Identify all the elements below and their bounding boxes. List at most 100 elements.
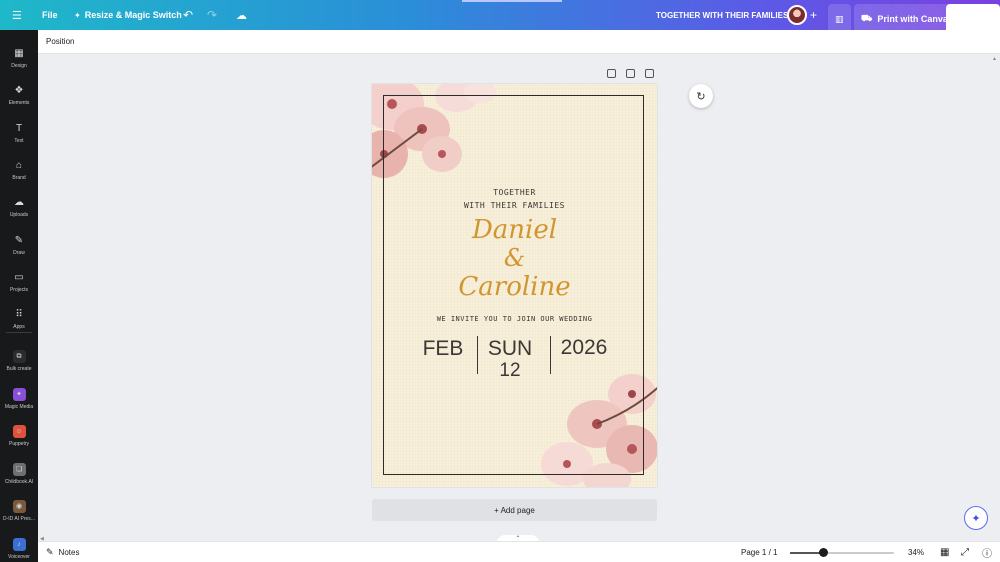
file-menu-button[interactable]: File [42, 0, 58, 30]
design-page[interactable]: TOGETHER WITH THEIR FAMILIES Daniel & Ca… [372, 84, 657, 487]
refresh-suggestions-button[interactable]: ↻ [689, 84, 713, 108]
resize-label: Resize & Magic Switch [84, 10, 182, 20]
text-icon: T [15, 122, 23, 134]
zoom-slider[interactable] [790, 548, 894, 557]
left-sidebar: ▦ Design ❖ Elements T Text ⌂ Brand ☁ Uploads ✎ Draw… [0, 30, 38, 562]
bride-name: Caroline [458, 272, 571, 302]
sidebar-item-label: Uploads [9, 211, 29, 218]
add-page-button[interactable]: + Add page [372, 499, 657, 521]
sidebar-item-label: Brand [12, 174, 26, 181]
bottom-bar: ✎ Notes Page 1 / 1 34% ▦ ⤢ ⓘ [38, 541, 1000, 562]
page-indicator[interactable]: Page 1 / 1 [741, 542, 777, 562]
notes-button[interactable]: ✎ Notes [46, 542, 79, 562]
shapes-icon: ❖ [14, 84, 24, 96]
magic-media-icon: ✦ [12, 388, 26, 401]
redo-button[interactable]: ↷ [207, 0, 217, 30]
menu-icon: ☰ [12, 9, 22, 22]
magic-assistant-button[interactable]: ✦ [964, 506, 988, 530]
apps-grid-icon: ⠿ [15, 308, 23, 320]
collaborator-avatar[interactable] [787, 0, 807, 30]
brand-icon: ⌂ [15, 159, 23, 171]
undo-button[interactable]: ↶ [183, 0, 193, 30]
duplicate-icon[interactable] [626, 69, 635, 78]
sidebar-item-label: Draw [13, 249, 25, 256]
page-tools [607, 69, 654, 78]
groom-name: Daniel [471, 215, 558, 245]
context-toolbar: Position [38, 30, 1000, 54]
childbook-icon: ❏ [12, 463, 26, 476]
sidebar-item-label: Text [14, 137, 24, 144]
sidebar-app-label: Magic Media [4, 404, 34, 410]
file-label: File [42, 10, 58, 20]
upload-icon: ⇪ [954, 13, 962, 24]
folder-icon: ▭ [14, 271, 24, 283]
layout-icon: ▦ [14, 47, 24, 59]
undo-icon: ↶ [183, 8, 194, 22]
voiceover-icon: ♪ [12, 538, 26, 551]
refresh-icon: ↻ [696, 90, 706, 103]
help-button[interactable]: ⓘ [982, 542, 992, 562]
notes-icon: ✎ [46, 547, 54, 557]
bar-chart-icon: ▥ [835, 13, 844, 24]
date-day-number: 12 [499, 360, 521, 381]
menu-button[interactable]: ☰ [12, 0, 22, 30]
puppetry-icon: ☺ [12, 425, 26, 438]
lock-icon[interactable] [607, 69, 616, 78]
date-day-name: SUN [487, 337, 533, 360]
share-label: Share [966, 14, 992, 24]
sidebar-item-draw[interactable]: ✎ Draw [0, 228, 38, 262]
cloud-sync-button[interactable]: ☁ [236, 0, 247, 30]
sidebar-app-puppetry[interactable]: ☺ Puppetry [0, 419, 38, 453]
date-separator [550, 336, 551, 374]
notes-label: Notes [58, 548, 80, 557]
document-title[interactable]: TOGETHER WITH THEIR FAMILIES [656, 0, 788, 30]
sidebar-item-apps[interactable]: ⠿ Apps [0, 302, 38, 336]
zoom-level[interactable]: 34% [908, 542, 924, 562]
sidebar-item-elements[interactable]: ❖ Elements [0, 78, 38, 112]
sparkle-icon: ✦ [971, 512, 981, 525]
print-label: Print with Canva [877, 14, 948, 24]
sidebar-item-design[interactable]: ▦ Design [0, 41, 38, 75]
sidebar-app-label: Puppetry [8, 441, 29, 447]
sidebar-app-childbook[interactable]: ❏ Childbook.AI [0, 457, 38, 491]
sidebar-item-uploads[interactable]: ☁ Uploads [0, 190, 38, 224]
loading-progress-bar [462, 0, 562, 2]
truck-icon: ⛟ [861, 13, 873, 23]
sidebar-item-brand[interactable]: ⌂ Brand [0, 153, 38, 187]
add-page-icon[interactable] [645, 69, 654, 78]
ampersand: & [503, 244, 526, 272]
grid-view-button[interactable]: ▦ [940, 542, 949, 562]
sidebar-item-label: Design [11, 62, 27, 69]
resize-magic-switch-button[interactable]: ✦ Resize & Magic Switch [74, 0, 182, 30]
bulk-create-icon: ⧉ [12, 350, 26, 363]
add-collaborator-button[interactable]: + [810, 0, 817, 30]
scroll-up-arrow[interactable]: ▲ [992, 56, 997, 62]
sidebar-app-d-id[interactable]: ◉ D-ID AI Pres... [0, 494, 38, 528]
document-title-text: TOGETHER WITH THEIR FAMILIES [656, 10, 789, 20]
sidebar-app-voiceover[interactable]: ♪ Voiceover [0, 532, 38, 562]
sidebar-app-bulk-create[interactable]: ⧉ Bulk create [0, 344, 38, 378]
redo-icon: ↷ [207, 8, 218, 22]
zoom-slider-handle[interactable] [819, 548, 829, 557]
cloud-upload-icon: ☁ [14, 196, 24, 208]
avatar [787, 5, 807, 25]
date-month: FEB [422, 337, 464, 360]
grid-view-icon: ▦ [940, 547, 950, 558]
invite-text: WE INVITE YOU TO JOIN OUR WEDDING [436, 315, 593, 323]
pen-icon: ✎ [14, 234, 24, 246]
position-button[interactable]: Position [46, 37, 74, 46]
help-icon: ⓘ [982, 549, 992, 560]
sidebar-item-text[interactable]: T Text [0, 116, 38, 150]
sidebar-app-magic-media[interactable]: ✦ Magic Media [0, 382, 38, 416]
sidebar-item-label: Apps [13, 323, 25, 330]
plus-icon: + [810, 8, 818, 22]
sidebar-app-label: Childbook.AI [4, 479, 34, 485]
sidebar-item-projects[interactable]: ▭ Projects [0, 265, 38, 299]
fullscreen-icon: ⤢ [961, 547, 969, 558]
together-text: TOGETHER [493, 188, 536, 197]
sparkle-icon: ✦ [74, 10, 81, 20]
date-year: 2026 [560, 336, 608, 359]
sidebar-divider [6, 332, 32, 333]
fullscreen-button[interactable]: ⤢ [961, 542, 969, 562]
sidebar-app-label: Bulk create [6, 366, 32, 372]
